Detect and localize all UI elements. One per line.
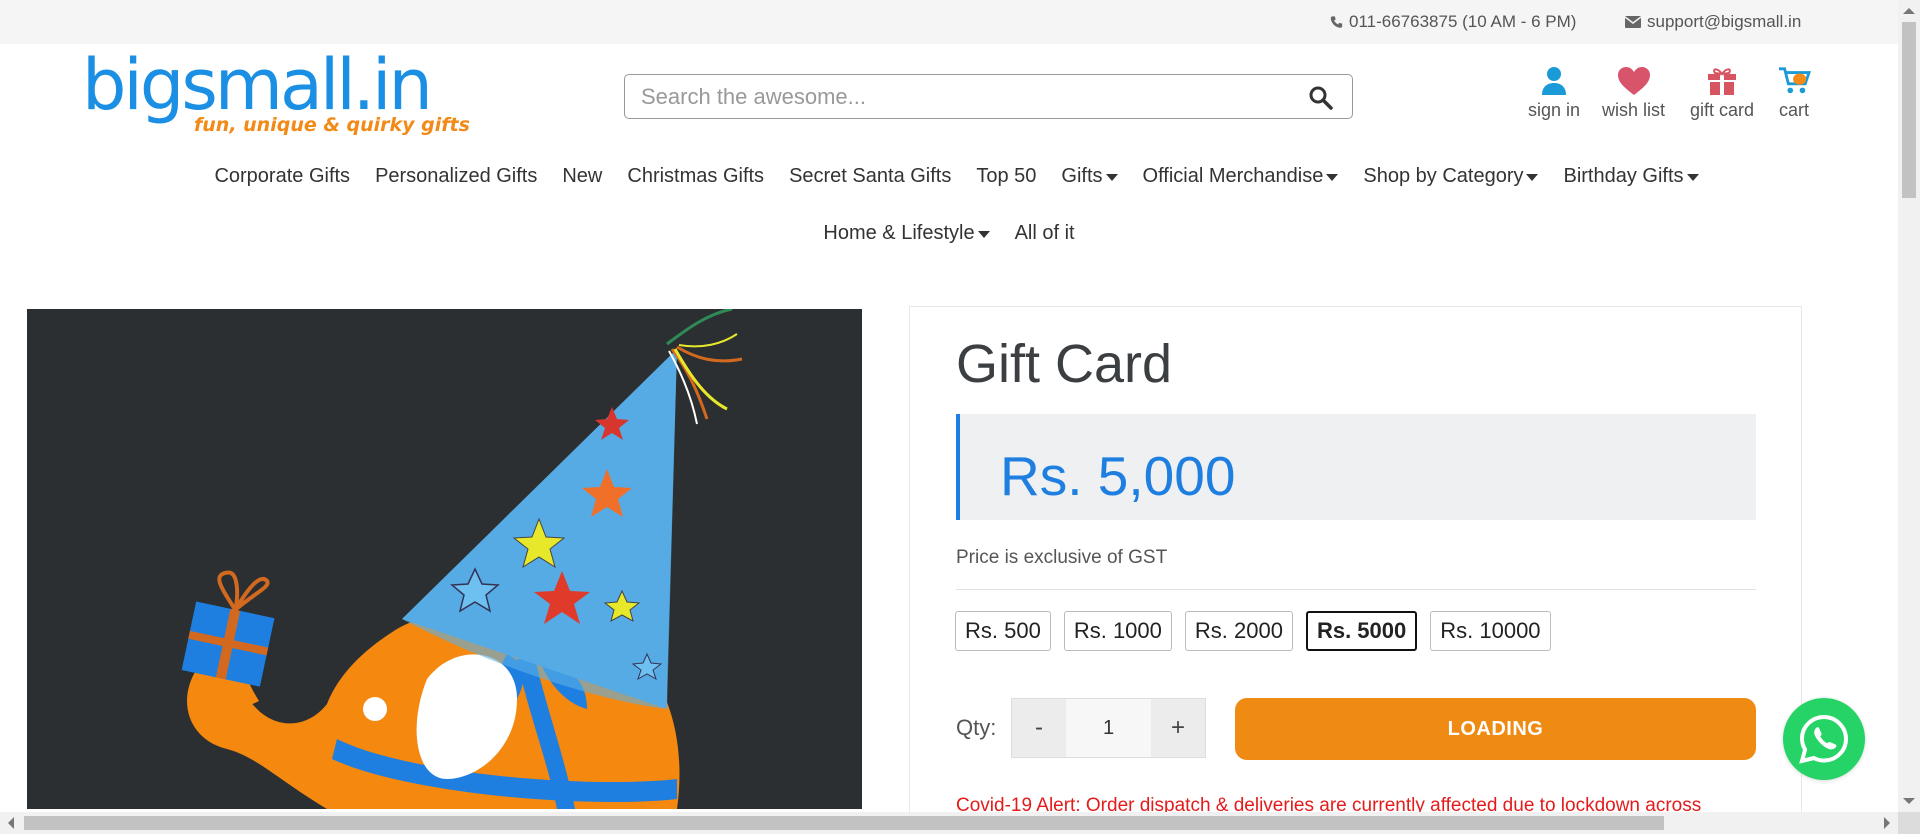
nav-row-2: Home & Lifestyle All of it xyxy=(0,215,1898,251)
gift-icon xyxy=(1708,68,1737,95)
price-box: Rs. 5,000 xyxy=(956,414,1756,520)
product-price: Rs. 5,000 xyxy=(1000,445,1236,507)
caret-down-icon xyxy=(1326,173,1339,181)
denomination-options: Rs. 500 Rs. 1000 Rs. 2000 Rs. 5000 Rs. 1… xyxy=(955,611,1551,651)
nav-new[interactable]: New xyxy=(562,165,602,188)
email-text: support@bigsmall.in xyxy=(1647,12,1802,31)
nav-label: Birthday Gifts xyxy=(1563,164,1684,187)
wish-list-label: wish list xyxy=(1602,100,1666,120)
nav-home-lifestyle-dropdown[interactable]: Home & Lifestyle xyxy=(823,221,990,245)
vertical-scroll-thumb[interactable] xyxy=(1902,22,1916,198)
cart-icon xyxy=(1779,67,1811,94)
email-contact[interactable]: support@bigsmall.in xyxy=(1625,12,1801,32)
qty-label: Qty: xyxy=(956,715,997,740)
nav-birthday-gifts-dropdown[interactable]: Birthday Gifts xyxy=(1563,164,1699,188)
nav-personalized-gifts[interactable]: Personalized Gifts xyxy=(375,165,537,188)
cart-link[interactable]: cart xyxy=(1776,66,1812,121)
phone-text: 011-66763875 (10 AM - 6 PM) xyxy=(1349,12,1577,31)
gift-card-illustration xyxy=(27,309,862,809)
nav-all-of-it[interactable]: All of it xyxy=(1015,222,1075,245)
nav-top-50[interactable]: Top 50 xyxy=(976,165,1036,188)
gift-card-label: gift card xyxy=(1690,100,1755,120)
top-contact-bar: 011-66763875 (10 AM - 6 PM) support@bigs… xyxy=(0,0,1898,44)
denomination-10000[interactable]: Rs. 10000 xyxy=(1430,611,1551,651)
nav-label: Secret Santa Gifts xyxy=(789,164,952,187)
main-navigation: Corporate Gifts Personalized Gifts New C… xyxy=(0,158,1898,251)
vertical-scrollbar[interactable] xyxy=(1898,0,1920,812)
whatsapp-icon xyxy=(1799,714,1849,764)
caret-down-icon xyxy=(1686,173,1699,181)
nav-label: Gifts xyxy=(1061,164,1103,187)
product-image[interactable] xyxy=(27,309,862,809)
nav-label: Official Merchandise xyxy=(1142,164,1324,187)
nav-row-1: Corporate Gifts Personalized Gifts New C… xyxy=(0,158,1898,194)
nav-shop-by-category-dropdown[interactable]: Shop by Category xyxy=(1363,164,1539,188)
nav-label: Corporate Gifts xyxy=(214,164,351,187)
nav-christmas-gifts[interactable]: Christmas Gifts xyxy=(627,165,764,188)
mail-icon xyxy=(1625,16,1641,28)
denomination-500[interactable]: Rs. 500 xyxy=(955,611,1051,651)
horizontal-scrollbar[interactable] xyxy=(0,812,1898,834)
nav-official-merchandise-dropdown[interactable]: Official Merchandise xyxy=(1143,165,1339,188)
horizontal-scroll-thumb[interactable] xyxy=(24,816,1664,830)
product-title: Gift Card xyxy=(956,334,1173,394)
denomination-5000[interactable]: Rs. 5000 xyxy=(1305,611,1418,651)
caret-down-icon xyxy=(1105,173,1118,181)
user-icon xyxy=(1542,67,1567,95)
scroll-down-arrow-icon[interactable] xyxy=(1903,798,1915,804)
qty-decrease-button[interactable]: - xyxy=(1012,699,1066,757)
gst-note: Price is exclusive of GST xyxy=(956,547,1168,568)
scroll-left-arrow-icon[interactable] xyxy=(8,817,14,829)
heart-icon xyxy=(1617,67,1650,95)
divider xyxy=(956,589,1756,590)
phone-contact[interactable]: 011-66763875 (10 AM - 6 PM) xyxy=(1330,12,1576,32)
whatsapp-chat-button[interactable] xyxy=(1783,698,1865,780)
nav-label: Top 50 xyxy=(976,164,1037,187)
scrollbar-corner xyxy=(1898,812,1920,834)
scroll-up-arrow-icon[interactable] xyxy=(1903,8,1915,14)
denomination-1000[interactable]: Rs. 1000 xyxy=(1063,611,1172,651)
cart-label: cart xyxy=(1778,100,1809,120)
qty-increase-button[interactable]: + xyxy=(1151,699,1205,757)
add-to-cart-button[interactable]: LOADING xyxy=(1235,698,1756,760)
wish-list-link[interactable]: wish list xyxy=(1602,66,1665,121)
nav-label: Shop by Category xyxy=(1363,164,1524,187)
nav-label: Home & Lifestyle xyxy=(823,221,975,244)
product-details-panel: Gift Card Rs. 5,000 Price is exclusive o… xyxy=(909,306,1802,826)
nav-gifts-dropdown[interactable]: Gifts xyxy=(1061,164,1118,188)
nav-label: Christmas Gifts xyxy=(627,164,765,187)
add-to-cart-label: LOADING xyxy=(1447,717,1544,740)
sign-in-link[interactable]: sign in xyxy=(1528,66,1580,121)
caret-down-icon xyxy=(977,230,990,238)
caret-down-icon xyxy=(1526,173,1539,181)
denomination-2000[interactable]: Rs. 2000 xyxy=(1184,611,1293,651)
gift-card-link[interactable]: gift card xyxy=(1690,66,1754,121)
nav-corporate-gifts[interactable]: Corporate Gifts xyxy=(214,165,350,188)
sign-in-label: sign in xyxy=(1528,100,1581,120)
qty-value[interactable]: 1 xyxy=(1066,699,1151,757)
nav-secret-santa-gifts[interactable]: Secret Santa Gifts xyxy=(789,165,951,188)
nav-label: New xyxy=(562,164,603,187)
header-actions: sign in wish list gift card cart xyxy=(0,66,1898,126)
quantity-stepper: - 1 + xyxy=(1011,698,1206,758)
phone-icon xyxy=(1330,16,1343,28)
nav-label: All of it xyxy=(1014,221,1075,244)
nav-label: Personalized Gifts xyxy=(375,164,538,187)
scroll-right-arrow-icon[interactable] xyxy=(1884,817,1890,829)
